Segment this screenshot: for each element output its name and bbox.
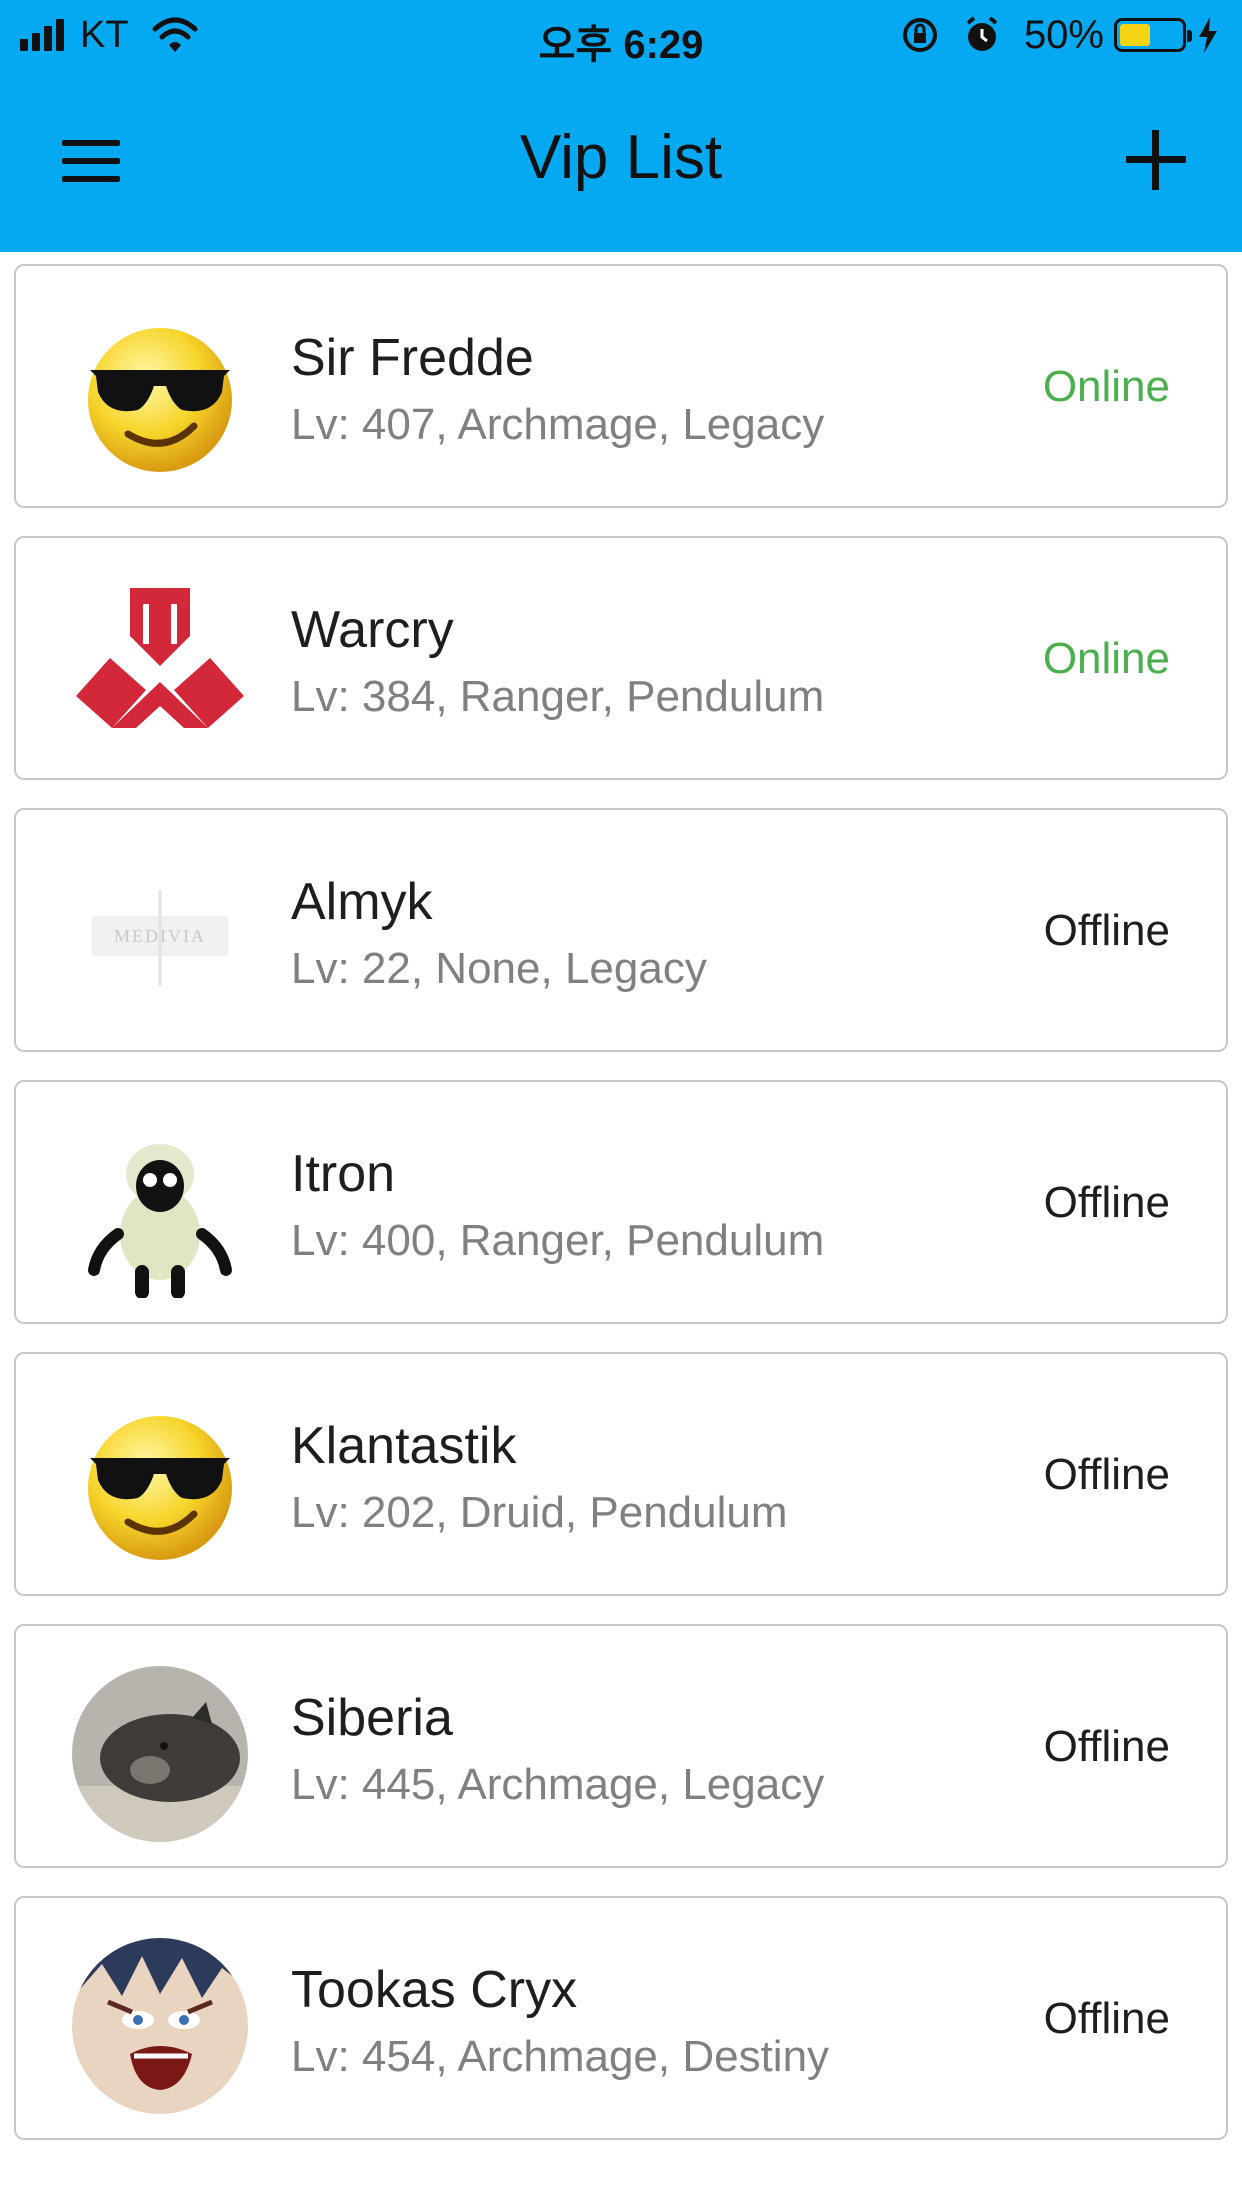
vip-name: Klantastik [291, 1417, 517, 1475]
battery-fill [1120, 24, 1150, 46]
vip-card[interactable]: Siberia Lv: 445, Archmage, Legacy Offline [14, 1624, 1228, 1868]
vip-card[interactable]: Sir Fredde Lv: 407, Archmage, Legacy Onlin… [14, 264, 1228, 508]
status-right: 50% [900, 12, 1220, 58]
charging-bolt-icon [1199, 17, 1217, 53]
avatar: MEDIVIA [72, 850, 248, 1026]
vip-card[interactable]: Klantastik Lv: 202, Druid, Pendulum Offlin… [14, 1352, 1228, 1596]
status-label: Online [1042, 362, 1170, 411]
vip-name: Warcry [291, 601, 454, 659]
status-label: Offline [1043, 1450, 1170, 1499]
vip-details: Lv: 384, Ranger, Pendulum [291, 672, 825, 721]
status-label: Online [1042, 634, 1170, 683]
status-label: Offline [1043, 1994, 1170, 2043]
avatar [72, 1666, 248, 1842]
vip-details: Lv: 407, Archmage, Legacy [291, 400, 825, 449]
status-label: Offline [1043, 1722, 1170, 1771]
vip-name: Itron [291, 1145, 396, 1203]
rotation-lock-icon [902, 18, 937, 52]
vip-name: Sir Fredde [291, 329, 534, 387]
vip-card[interactable]: Itron Lv: 400, Ranger, Pendulum Offline [14, 1080, 1228, 1324]
vip-name: Almyk [291, 873, 433, 931]
vip-details: Lv: 22, None, Legacy [291, 944, 707, 993]
vip-details: Lv: 454, Archmage, Destiny [291, 2032, 830, 2081]
page-title: Vip List [519, 123, 723, 192]
battery-icon [1114, 18, 1192, 52]
vip-details: Lv: 400, Ranger, Pendulum [291, 1216, 825, 1265]
status-bar: KT 오후 6:29 50% [0, 0, 1242, 70]
vip-name: Siberia [291, 1689, 453, 1747]
vip-card[interactable]: Tookas Cryx Lv: 454, Archmage, Destiny Off… [14, 1896, 1228, 2140]
avatar [72, 306, 248, 482]
battery-percent: 50% [1023, 12, 1104, 57]
status-label: Offline [1043, 906, 1170, 955]
vip-list: Sir Fredde Lv: 407, Archmage, Legacy Onlin… [14, 264, 1228, 2168]
add-vip-button[interactable] [1122, 126, 1190, 194]
vip-card[interactable]: Warcry Lv: 384, Ranger, Pendulum Online [14, 536, 1228, 780]
avatar [72, 578, 248, 754]
avatar [72, 1938, 248, 2114]
vip-details: Lv: 445, Archmage, Legacy [291, 1760, 825, 1809]
alarm-icon [966, 16, 998, 51]
vip-card[interactable]: MEDIVIA Almyk Lv: 22, None, Legacy Offline [14, 808, 1228, 1052]
avatar [72, 1394, 248, 1570]
vip-name: Tookas Cryx [291, 1961, 578, 2019]
header: KT 오후 6:29 50% Vip List [0, 0, 1242, 252]
vip-details: Lv: 202, Druid, Pendulum [291, 1488, 788, 1537]
app-bar: Vip List [0, 70, 1242, 252]
status-label: Offline [1043, 1178, 1170, 1227]
avatar [72, 1122, 248, 1299]
